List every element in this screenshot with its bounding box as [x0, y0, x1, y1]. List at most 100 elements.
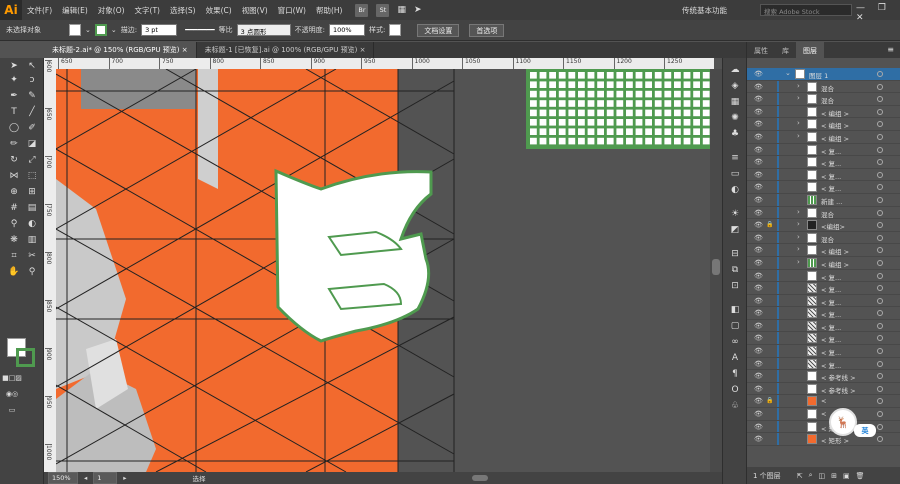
artboard-number[interactable]: 1	[93, 472, 118, 484]
target-circle-icon[interactable]	[877, 222, 883, 229]
artboard-canvas[interactable]	[56, 69, 710, 472]
chevron-down-icon[interactable]: ⌄	[85, 26, 91, 34]
target-circle-icon[interactable]	[877, 108, 883, 115]
expand-arrow-icon[interactable]: ›	[797, 220, 800, 228]
draw-mode-icons[interactable]: ◉◎	[4, 388, 20, 400]
lasso-icon[interactable]: ↄ	[24, 74, 40, 86]
rotate-tool-icon[interactable]: ↻	[6, 154, 22, 166]
target-circle-icon[interactable]	[877, 209, 883, 216]
next-artboard-icon[interactable]: ▸	[123, 474, 126, 482]
artboards-icon[interactable]: ▢	[727, 320, 743, 332]
character-icon[interactable]: A	[727, 352, 743, 364]
expand-arrow-icon[interactable]: ›	[797, 119, 800, 127]
ellipse-tool-icon[interactable]: ◯	[6, 122, 22, 134]
layer-row[interactable]: 👁 › < 编组 >	[747, 130, 900, 144]
pencil-tool-icon[interactable]: ✏	[6, 138, 22, 150]
line-tool-icon[interactable]: ╱	[24, 106, 40, 118]
stroke-swatch[interactable]	[94, 24, 107, 36]
target-circle-icon[interactable]	[877, 310, 883, 317]
layer-row[interactable]: 👁 < 复...	[747, 168, 900, 182]
brush-tool-icon[interactable]: ✐	[24, 122, 40, 134]
lock-icon[interactable]: 🔒	[766, 397, 773, 404]
target-circle-icon[interactable]	[877, 196, 883, 203]
selection-tool-icon[interactable]: ➤	[6, 60, 22, 72]
lock-icon[interactable]: 🔒	[766, 221, 773, 228]
visibility-eye-icon[interactable]: 👁	[754, 209, 763, 217]
expand-arrow-icon[interactable]: ›	[797, 82, 800, 90]
visibility-eye-icon[interactable]: 👁	[754, 410, 763, 418]
visibility-eye-icon[interactable]: 👁	[754, 435, 763, 443]
swatches-icon[interactable]: ▦	[727, 96, 743, 108]
expand-arrow-icon[interactable]: ⌄	[785, 69, 791, 77]
eyedropper-icon[interactable]: ⚲	[6, 218, 22, 230]
layer-row[interactable]: 👁 < 复...	[747, 181, 900, 194]
menu-item[interactable]: 选择(S)	[165, 5, 201, 16]
menu-item[interactable]: 窗口(W)	[273, 5, 311, 16]
uniform-profile[interactable]: 等比	[219, 25, 233, 35]
perspective-grid-icon[interactable]: ⊞	[24, 186, 40, 198]
vertical-scrollbar[interactable]	[710, 69, 722, 472]
graphic-styles-icon[interactable]: ◩	[727, 224, 743, 236]
layers-icon[interactable]: ◧	[727, 304, 743, 316]
target-circle-icon[interactable]	[877, 71, 883, 77]
visibility-eye-icon[interactable]: 👁	[754, 423, 763, 431]
opacity-input[interactable]: 100%	[328, 24, 365, 36]
tab-properties[interactable]: 属性	[747, 42, 775, 58]
tab-libraries[interactable]: 库	[775, 42, 796, 58]
clubs-symbol-icon[interactable]: ♧	[727, 400, 743, 412]
target-circle-icon[interactable]	[877, 297, 883, 304]
layer-row[interactable]: 👁 < 复...	[747, 332, 900, 346]
tab-document-1[interactable]: 未标题-2.ai* @ 150% (RGB/GPU 预览) ×	[44, 42, 197, 58]
target-circle-icon[interactable]	[877, 83, 883, 90]
target-circle-icon[interactable]	[877, 322, 883, 329]
layer-row[interactable]: 👁 < 复...	[747, 357, 900, 371]
target-circle-icon[interactable]	[877, 360, 883, 367]
layer-row[interactable]: 👁< 矩形 >	[747, 420, 900, 434]
target-circle-icon[interactable]	[877, 411, 883, 418]
expand-arrow-icon[interactable]: ›	[797, 245, 800, 253]
layer-row[interactable]: 👁 <	[747, 408, 900, 421]
new-sublayer-icon[interactable]: ⊞	[831, 472, 837, 480]
visibility-eye-icon[interactable]: 👁	[754, 259, 763, 267]
align-icon[interactable]: ⊟	[727, 248, 743, 260]
layer-row[interactable]: 👁 < 复...	[747, 269, 900, 283]
tab-layers[interactable]: 图层	[796, 42, 824, 58]
gradient-tool-icon[interactable]: ▤	[24, 202, 40, 214]
ime-indicator[interactable]: 英	[854, 424, 876, 437]
stroke-weight-input[interactable]: 3 pt	[141, 24, 178, 36]
panel-menu-icon[interactable]: ≡	[887, 45, 894, 54]
menu-item[interactable]: 视图(V)	[237, 5, 273, 16]
layer-row[interactable]: 👁 < 复...	[747, 319, 900, 333]
visibility-eye-icon[interactable]: 👁	[754, 83, 763, 91]
bridge-button[interactable]: Br	[355, 3, 369, 17]
mesh-tool-icon[interactable]: #	[6, 202, 22, 214]
target-circle-icon[interactable]	[877, 259, 883, 266]
clip-icon[interactable]: ◫	[818, 472, 825, 480]
target-circle-icon[interactable]	[877, 436, 883, 443]
magic-wand-icon[interactable]: ✦	[6, 74, 22, 86]
pen-tool-icon[interactable]: ✒	[6, 90, 22, 102]
symbols-icon[interactable]: ♣	[727, 128, 743, 140]
visibility-eye-icon[interactable]: 👁	[754, 221, 763, 229]
visibility-eye-icon[interactable]: 👁	[754, 133, 763, 141]
target-circle-icon[interactable]	[877, 184, 883, 191]
close-icon[interactable]: ×	[182, 46, 188, 54]
target-circle-icon[interactable]	[877, 133, 883, 140]
screen-mode-icon[interactable]: ▭	[4, 404, 20, 416]
layer-row[interactable]: 👁 ⌄ 图层 1	[747, 68, 900, 81]
layer-row[interactable]: 👁 < 复...	[747, 345, 900, 358]
target-circle-icon[interactable]	[877, 423, 883, 430]
layer-row[interactable]: 👁< 矩形 >	[747, 433, 900, 446]
gradient-icon[interactable]: ▭	[727, 168, 743, 180]
layer-row[interactable]: 👁 › 混合	[747, 206, 900, 220]
target-circle-icon[interactable]	[877, 171, 883, 178]
chevron-down-icon[interactable]: ⌄	[111, 26, 117, 34]
visibility-eye-icon[interactable]: 👁	[754, 360, 763, 368]
links-icon[interactable]: ∞	[727, 336, 743, 348]
layer-row[interactable]: 👁 › 混合	[747, 80, 900, 94]
layer-row[interactable]: 👁 🔒 › <编组>	[747, 219, 900, 232]
target-circle-icon[interactable]	[877, 272, 883, 279]
expand-arrow-icon[interactable]: ›	[797, 258, 800, 266]
menu-item[interactable]: 效果(C)	[201, 5, 237, 16]
layer-row[interactable]: 👁 新建 ...	[747, 193, 900, 207]
